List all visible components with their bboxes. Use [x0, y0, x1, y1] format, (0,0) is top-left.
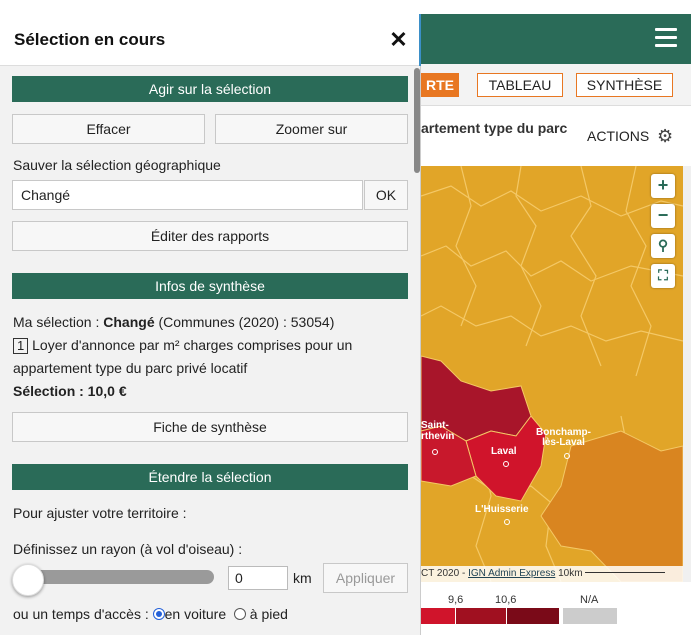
radius-slider-track[interactable] — [28, 570, 214, 584]
legend-swatch — [563, 608, 617, 624]
summary-section-header: Infos de synthèse — [12, 273, 408, 299]
indicator-line-1: 1 Loyer d'annonce par m² charges compris… — [13, 337, 352, 354]
hamburger-icon[interactable] — [655, 28, 677, 48]
selection-panel: Sélection en cours ✕ Agir sur la sélecti… — [0, 14, 421, 635]
indicator-line-2: appartement type du parc privé locatif — [13, 360, 248, 376]
extend-section-header: Étendre la sélection — [12, 464, 408, 490]
zoom-in-icon[interactable]: + — [651, 174, 675, 198]
clear-button[interactable]: Effacer — [12, 114, 205, 144]
map-scrollbar[interactable] — [683, 166, 691, 582]
access-time-row: ou un temps d'accès : en voiture à pied — [13, 606, 288, 622]
map-label-bonchamp: Bonchamp-lès-Laval — [536, 427, 591, 448]
tab-tableau[interactable]: TABLEAU — [477, 73, 563, 97]
apply-button[interactable]: Appliquer — [323, 563, 408, 593]
panel-title: Sélection en cours — [14, 30, 166, 49]
selection-value: Sélection : 10,0 € — [13, 383, 127, 399]
radio-on-foot[interactable] — [233, 608, 246, 620]
radius-label: Définissez un rayon (à vol d'oiseau) : — [13, 541, 243, 557]
edit-reports-button[interactable]: Éditer des rapports — [12, 221, 408, 251]
ign-link[interactable]: IGN Admin Express — [468, 568, 555, 579]
ok-button[interactable]: OK — [364, 180, 408, 210]
map-label-huisserie: L'Huisserie — [475, 504, 529, 515]
zoom-button[interactable]: Zoomer sur — [215, 114, 408, 144]
search-icon[interactable]: ⚲ — [651, 234, 675, 258]
summary-sheet-button[interactable]: Fiche de synthèse — [12, 412, 408, 442]
map-view[interactable]: + − ⚲ ⛶ Saint-rthevin Laval Bonchamp-lès… — [421, 166, 683, 582]
act-section-header: Agir sur la sélection — [12, 76, 408, 102]
choropleth-map[interactable] — [421, 166, 683, 582]
map-label-laval: Laval — [491, 446, 517, 457]
legend-value: 9,6 — [448, 594, 464, 606]
panel-scrollbar[interactable] — [414, 68, 420, 173]
radius-slider-thumb[interactable] — [12, 564, 44, 596]
selection-info: Ma sélection : Changé (Communes (2020) :… — [13, 314, 335, 330]
indicator-number: 1 — [13, 338, 29, 354]
legend-swatch — [456, 608, 506, 624]
scale-label: 10km — [558, 568, 583, 579]
map-label-saint-berthevin: Saint-rthevin — [421, 420, 455, 442]
selection-name-input[interactable]: Changé — [12, 180, 363, 210]
gear-icon[interactable]: ⚙ — [657, 126, 673, 147]
fullscreen-icon[interactable]: ⛶ — [651, 264, 675, 288]
map-attribution: CT 2020 - IGN Admin Express 10km — [421, 566, 683, 582]
radio-by-car[interactable] — [152, 608, 165, 620]
adjust-label: Pour ajuster votre territoire : — [13, 505, 187, 521]
close-icon[interactable]: ✕ — [378, 14, 421, 66]
legend-value: N/A — [580, 594, 599, 606]
radius-unit: km — [293, 570, 312, 586]
map-titlebar: artement type du parc ACTIONS ⚙ — [421, 106, 691, 166]
legend-swatch — [507, 608, 559, 624]
panel-header: Sélection en cours ✕ — [0, 14, 421, 66]
zoom-out-icon[interactable]: − — [651, 204, 675, 228]
radius-input[interactable]: 0 — [228, 566, 288, 590]
tab-synthese[interactable]: SYNTHÈSE — [576, 73, 673, 97]
app-header — [421, 14, 691, 64]
map-title: artement type du parc — [421, 120, 568, 136]
save-selection-label: Sauver la sélection géographique — [13, 157, 221, 173]
tab-carte[interactable]: RTE — [421, 73, 459, 97]
legend-value: 10,6 — [495, 594, 517, 606]
map-legend: 9,6 10,6 N/A — [421, 582, 691, 635]
scale-bar — [585, 572, 666, 573]
actions-button[interactable]: ACTIONS — [587, 128, 649, 144]
view-tabs: RTE TABLEAU SYNTHÈSE — [421, 64, 691, 106]
legend-swatch — [421, 608, 455, 624]
